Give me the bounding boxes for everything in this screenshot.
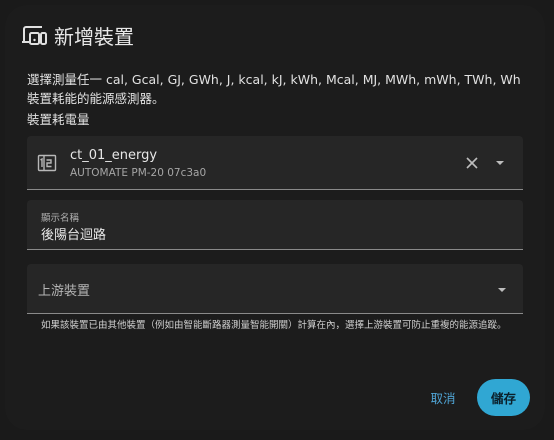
clear-icon[interactable]: [464, 155, 480, 171]
dropdown-arrow-icon[interactable]: [496, 285, 508, 295]
cancel-button[interactable]: 取消: [423, 385, 463, 409]
save-button[interactable]: 儲存: [477, 379, 530, 416]
meter-icon: [37, 154, 57, 172]
upstream-device-select[interactable]: 上游裝置: [27, 264, 523, 314]
entity-picker[interactable]: ct_01_energy AUTOMATE PM-20 07c3a0: [27, 136, 523, 190]
upstream-helper-text: 如果該裝置已由其他裝置（例如由智能斷路器測量智能開關）計算在內，選擇上游裝置可防…: [41, 320, 507, 331]
consumption-field-label: 裝置耗電量: [27, 112, 90, 127]
display-name-value[interactable]: 後陽台迴路: [41, 224, 106, 243]
upstream-device-label: 上游裝置: [38, 284, 91, 299]
dialog-header: 新增裝置: [20, 21, 134, 50]
display-name-field[interactable]: 顯示名稱 後陽台迴路: [27, 200, 523, 250]
dialog-description: 選擇測量任一 cal, Gcal, GJ, GWh, J, kcal, kJ, …: [27, 72, 521, 106]
entity-subtitle: AUTOMATE PM-20 07c3a0: [70, 167, 207, 179]
display-name-label: 顯示名稱: [41, 213, 80, 224]
devices-icon: [22, 25, 47, 45]
dropdown-arrow-icon[interactable]: [494, 158, 506, 168]
dialog-title: 新增裝置: [54, 25, 134, 49]
add-device-dialog: 新增裝置 選擇測量任一 cal, Gcal, GJ, GWh, J, kcal,…: [5, 5, 545, 430]
entity-name: ct_01_energy: [70, 148, 158, 163]
